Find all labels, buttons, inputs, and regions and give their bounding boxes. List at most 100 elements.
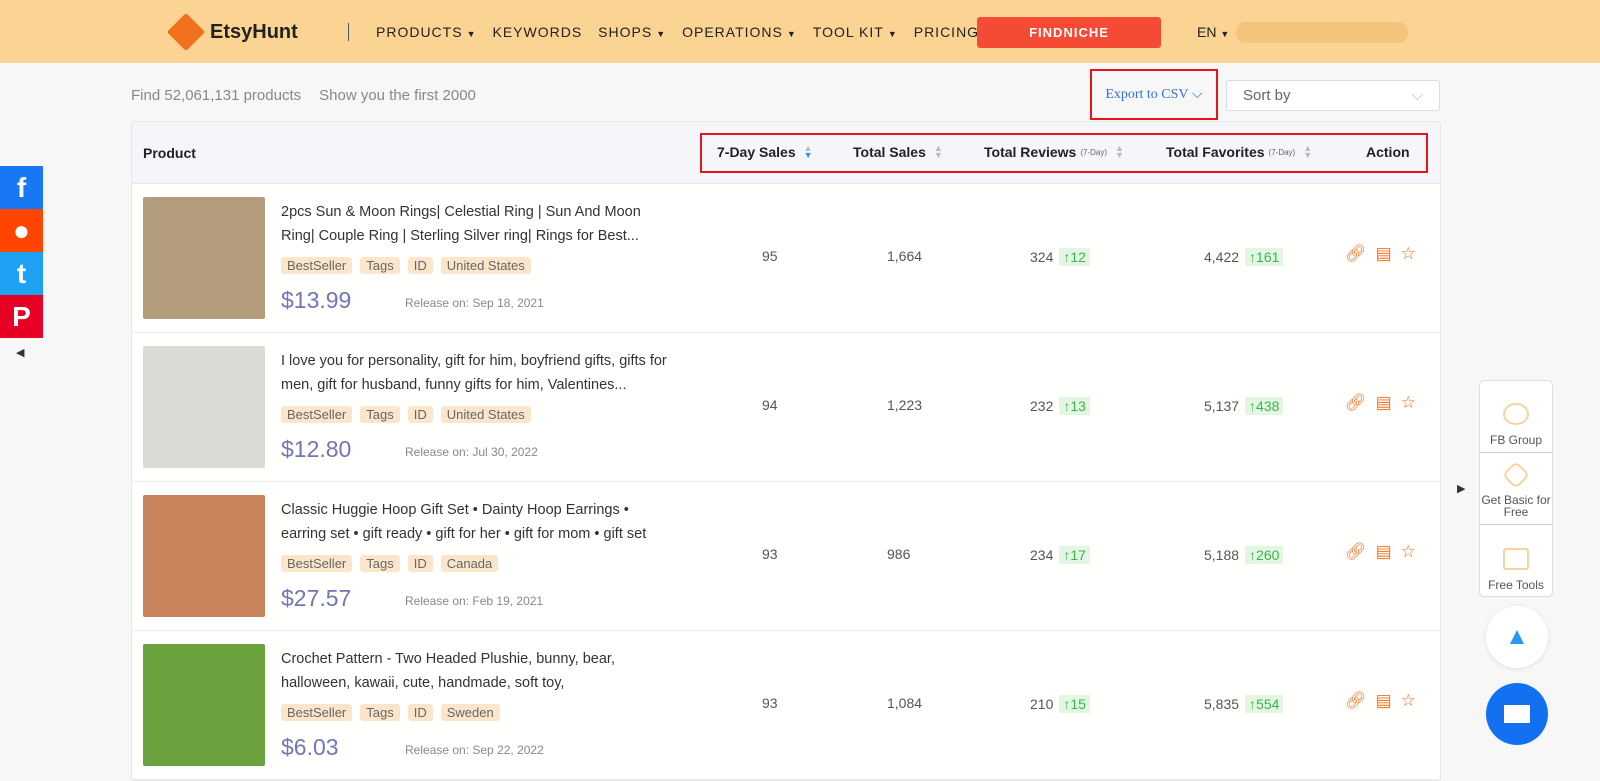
reviews-cell: 234 ↑17 bbox=[1030, 546, 1090, 564]
analysis-icon[interactable]: ▤ bbox=[1376, 393, 1392, 413]
analysis-icon[interactable]: ▤ bbox=[1376, 691, 1392, 711]
findniche-button[interactable]: FINDNICHE bbox=[977, 17, 1161, 48]
7day-sales-value: 95 bbox=[762, 248, 778, 264]
nav-pricing[interactable]: PRICING bbox=[914, 24, 979, 40]
export-csv-button[interactable]: Export to CSV ⌵ bbox=[1090, 69, 1218, 120]
product-title[interactable]: Crochet Pattern - Two Headed Plushie, bu… bbox=[281, 647, 671, 695]
expand-panel-icon[interactable]: ▶ bbox=[1457, 482, 1465, 495]
products-table: Product 7-Day Sales ▲ ▼ Total Sales ▲ ▼ Tota… bbox=[131, 121, 1441, 781]
7day-sales-value: 93 bbox=[762, 546, 778, 562]
release-date: Release on: Sep 18, 2021 bbox=[405, 296, 544, 310]
chevron-down-icon: ⌵ bbox=[1411, 87, 1423, 104]
product-image[interactable] bbox=[143, 495, 265, 617]
tag[interactable]: BestSeller bbox=[281, 704, 353, 721]
tag[interactable]: BestSeller bbox=[281, 406, 353, 423]
tag[interactable]: ID bbox=[407, 257, 433, 274]
tag[interactable]: ID bbox=[407, 555, 433, 572]
reviews-increase: ↑17 bbox=[1059, 546, 1090, 564]
reviews-inc-value: 13 bbox=[1070, 398, 1086, 414]
caret-down-icon: ▼ bbox=[1220, 29, 1230, 39]
product-tags: BestSeller Tags ID Sweden bbox=[281, 704, 500, 721]
row-actions: 🔗︎ ▤ ☆ bbox=[1345, 542, 1416, 562]
nav-tool-kit[interactable]: TOOL KIT ▼ bbox=[813, 24, 898, 40]
caret-down-icon: ▼ bbox=[656, 29, 667, 39]
tag[interactable]: United States bbox=[440, 257, 531, 274]
account-menu[interactable] bbox=[1236, 22, 1408, 43]
tag[interactable]: ID bbox=[407, 704, 433, 721]
share-facebook-button[interactable]: f bbox=[0, 166, 43, 209]
tag[interactable]: Tags bbox=[360, 555, 400, 572]
nav-label: KEYWORDS bbox=[492, 24, 583, 40]
favorites-inc-value: 161 bbox=[1256, 249, 1280, 265]
logo[interactable]: EtsyHunt bbox=[166, 12, 298, 52]
reviews-value: 324 bbox=[1030, 249, 1054, 265]
star-icon[interactable]: ☆ bbox=[1401, 393, 1416, 413]
caret-down-icon: ▼ bbox=[887, 29, 898, 39]
star-icon[interactable]: ☆ bbox=[1401, 691, 1416, 711]
share-reddit-button[interactable]: ● bbox=[0, 209, 43, 252]
reviews-inc-value: 17 bbox=[1070, 547, 1086, 563]
tag[interactable]: Tags bbox=[360, 704, 400, 721]
tag[interactable]: BestSeller bbox=[281, 257, 353, 274]
link-icon[interactable]: 🔗︎ bbox=[1345, 542, 1367, 562]
tag[interactable]: Sweden bbox=[440, 704, 500, 721]
product-title[interactable]: 2pcs Sun & Moon Rings| Celestial Ring | … bbox=[281, 200, 671, 248]
star-icon[interactable]: ☆ bbox=[1401, 244, 1416, 264]
share-twitter-button[interactable]: t bbox=[0, 252, 43, 295]
nav-shops[interactable]: SHOPS ▼ bbox=[598, 24, 666, 40]
sort-by-select[interactable]: Sort by ⌵ bbox=[1226, 80, 1440, 111]
release-date: Release on: Jul 30, 2022 bbox=[405, 445, 538, 459]
favorites-inc-value: 554 bbox=[1256, 696, 1280, 712]
row-actions: 🔗︎ ▤ ☆ bbox=[1345, 393, 1416, 413]
nav-products[interactable]: PRODUCTS ▼ bbox=[376, 24, 476, 40]
language-select[interactable]: EN ▼ bbox=[1197, 24, 1229, 40]
get-basic-label: Get Basic for Free bbox=[1481, 493, 1551, 519]
table-row: Classic Huggie Hoop Gift Set • Dainty Ho… bbox=[132, 482, 1440, 631]
reviews-inc-value: 15 bbox=[1070, 696, 1086, 712]
product-price: $6.03 bbox=[281, 734, 339, 760]
tag[interactable]: ID bbox=[407, 406, 433, 423]
product-price: $12.80 bbox=[281, 436, 352, 462]
reviews-value: 210 bbox=[1030, 696, 1054, 712]
nav-operations[interactable]: OPERATIONS ▼ bbox=[682, 24, 797, 40]
link-icon[interactable]: 🔗︎ bbox=[1345, 393, 1367, 413]
product-price: $13.99 bbox=[281, 287, 352, 313]
group-icon bbox=[1503, 403, 1529, 425]
reviews-value: 234 bbox=[1030, 547, 1054, 563]
share-pinterest-button[interactable]: P bbox=[0, 295, 43, 338]
star-icon[interactable]: ☆ bbox=[1401, 542, 1416, 562]
table-row: I love you for personality, gift for him… bbox=[132, 333, 1440, 482]
tag[interactable]: Canada bbox=[440, 555, 499, 572]
link-icon[interactable]: 🔗︎ bbox=[1345, 691, 1367, 711]
analysis-icon[interactable]: ▤ bbox=[1376, 244, 1392, 264]
favorites-cell: 5,835 ↑554 bbox=[1204, 695, 1284, 713]
highlight-box bbox=[700, 133, 1428, 173]
collapse-share-icon[interactable]: ◀ bbox=[16, 346, 24, 359]
tag[interactable]: United States bbox=[440, 406, 531, 423]
reviews-increase: ↑15 bbox=[1059, 695, 1090, 713]
nav-label: OPERATIONS bbox=[682, 24, 783, 40]
reddit-icon: ● bbox=[13, 214, 30, 246]
tag[interactable]: Tags bbox=[360, 406, 400, 423]
results-summary: Find 52,061,131 products Show you the fir… bbox=[131, 87, 476, 104]
logo-icon bbox=[166, 12, 206, 52]
product-image[interactable] bbox=[143, 346, 265, 468]
tag[interactable]: Tags bbox=[360, 257, 400, 274]
product-title[interactable]: Classic Huggie Hoop Gift Set • Dainty Ho… bbox=[281, 498, 671, 546]
nav-label: SHOPS bbox=[598, 24, 653, 40]
link-icon[interactable]: 🔗︎ bbox=[1345, 244, 1367, 264]
fb-group-button[interactable]: FB Group bbox=[1480, 381, 1552, 453]
nav-keywords[interactable]: KEYWORDS bbox=[492, 24, 582, 40]
product-image[interactable] bbox=[143, 644, 265, 766]
free-tools-button[interactable]: Free Tools bbox=[1480, 525, 1552, 597]
product-title[interactable]: I love you for personality, gift for him… bbox=[281, 349, 671, 397]
get-basic-button[interactable]: Get Basic for Free bbox=[1480, 453, 1552, 525]
main-nav: PRODUCTS ▼ KEYWORDS SHOPS ▼ OPERATIONS ▼ TOOL K… bbox=[376, 24, 979, 40]
analysis-icon[interactable]: ▤ bbox=[1376, 542, 1392, 562]
back-to-top-button[interactable]: ▲ bbox=[1486, 606, 1548, 668]
reviews-inc-value: 12 bbox=[1070, 249, 1086, 265]
twitter-icon: t bbox=[16, 257, 27, 289]
product-image[interactable] bbox=[143, 197, 265, 319]
chat-button[interactable] bbox=[1486, 683, 1548, 745]
tag[interactable]: BestSeller bbox=[281, 555, 353, 572]
